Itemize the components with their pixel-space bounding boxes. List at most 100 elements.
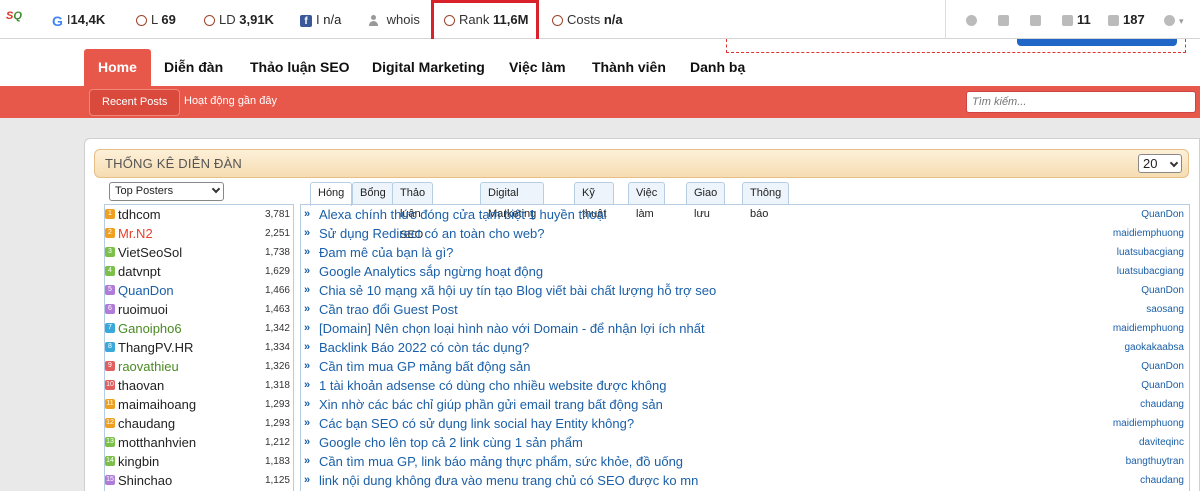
list-item[interactable]: 1 tdhcom 3,781: [104, 205, 294, 224]
tab-home[interactable]: Home: [84, 49, 151, 86]
thread-author-link[interactable]: chaudang: [1140, 399, 1184, 410]
thread-title-link[interactable]: Google cho lên top cả 2 link cùng 1 sản …: [319, 435, 583, 450]
list-item[interactable]: 9 raovathieu 1,326: [104, 357, 294, 376]
poster-name[interactable]: raovathieu: [118, 359, 179, 374]
thread-title-link[interactable]: Chia sẻ 10 mạng xã hội uy tín tạo Blog v…: [319, 283, 716, 298]
thread-author-link[interactable]: QuanDon: [1141, 285, 1184, 296]
list-item[interactable]: 11 maimaihoang 1,293: [104, 395, 294, 414]
pages-count[interactable]: 187: [1108, 12, 1145, 28]
list-item[interactable]: 14 kingbin 1,183: [104, 452, 294, 471]
metric-facebook[interactable]: fI n/a: [300, 12, 341, 28]
metric-link-domains[interactable]: LD 3,91K: [204, 12, 274, 28]
poster-name[interactable]: QuanDon: [118, 283, 174, 298]
thread-title-link[interactable]: Backlink Báo 2022 có còn tác dụng?: [319, 340, 529, 355]
density-button[interactable]: [1030, 12, 1045, 28]
table-row: » Sử dụng Redirect có an toàn cho web? mai…: [304, 224, 1186, 243]
thread-tab-technical[interactable]: Kỹ thuật: [574, 182, 615, 220]
top-posters-select[interactable]: Top Posters: [109, 182, 224, 201]
poster-name[interactable]: thaovan: [118, 378, 164, 393]
thread-title-link[interactable]: 1 tài khoản adsense có dùng cho nhiều we…: [319, 378, 667, 393]
count-select[interactable]: 20: [1138, 154, 1182, 173]
diagnosis-button[interactable]: ▾: [1164, 12, 1184, 28]
tab-forum[interactable]: Diễn đàn: [150, 49, 237, 86]
list-item[interactable]: 10 thaovan 1,318: [104, 376, 294, 395]
thread-author-link[interactable]: maidiemphuong: [1113, 228, 1184, 239]
thread-author-link[interactable]: QuanDon: [1141, 361, 1184, 372]
list-item[interactable]: 2 Mr.N2 2,251: [104, 224, 294, 243]
poster-name[interactable]: ruoimuoi: [118, 302, 168, 317]
thread-author-link[interactable]: maidiemphuong: [1113, 323, 1184, 334]
poster-name[interactable]: maimaihoang: [118, 397, 196, 412]
thread-author-link[interactable]: gaokakaabsa: [1125, 342, 1185, 353]
thread-title-link[interactable]: link nội dung không đưa vào menu trang c…: [319, 473, 698, 488]
thread-title-link[interactable]: Các bạn SEO có sử dụng link social hay E…: [319, 416, 634, 431]
list-item[interactable]: 7 Ganoipho6 1,342: [104, 319, 294, 338]
thread-tab-social[interactable]: Giao lưu: [686, 182, 726, 220]
thread-title-link[interactable]: Cần tìm mua GP, link báo mảng thực phẩm,…: [319, 454, 683, 469]
thread-tab-seo[interactable]: Thảo luận SEO: [392, 182, 434, 241]
double-arrow-icon: »: [304, 379, 311, 391]
tab-seo-discussion[interactable]: Thảo luận SEO: [236, 49, 364, 86]
search-input[interactable]: [966, 91, 1196, 113]
tab-digital-marketing[interactable]: Digital Marketing: [358, 49, 499, 86]
list-item[interactable]: 6 ruoimuoi 1,463: [104, 300, 294, 319]
subtab-recent-activity[interactable]: Hoạt động gần đây: [172, 89, 289, 116]
poster-name[interactable]: Shinchao: [118, 473, 172, 488]
monitor-button[interactable]: [998, 12, 1013, 28]
seoquake-logo-icon[interactable]: SQ: [6, 10, 26, 28]
thread-tab-digital-marketing[interactable]: Digital Marketing: [480, 182, 545, 220]
thread-tab-hong[interactable]: Hóng: [310, 182, 353, 206]
thread-author-link[interactable]: luatsubacgiang: [1117, 266, 1184, 277]
thread-author-link[interactable]: daviteqinc: [1139, 437, 1184, 448]
thread-title-link[interactable]: Google Analytics sắp ngừng hoạt động: [319, 264, 543, 279]
thread-author-link[interactable]: saosang: [1146, 304, 1184, 315]
thread-title-link[interactable]: Đam mê của bạn là gì?: [319, 245, 453, 260]
monitor-icon: [998, 15, 1009, 27]
list-item[interactable]: 12 chaudang 1,293: [104, 414, 294, 433]
list-item[interactable]: 5 QuanDon 1,466: [104, 281, 294, 300]
list-item[interactable]: 3 VietSeoSol 1,738: [104, 243, 294, 262]
poster-name[interactable]: chaudang: [118, 416, 175, 431]
tab-directory[interactable]: Danh bạ: [676, 49, 759, 86]
poster-name[interactable]: ThangPV.HR: [118, 340, 193, 355]
external-links[interactable]: 11: [1062, 12, 1091, 28]
thread-title-link[interactable]: Alexa chính thức đóng cửa tạm biệt 1 huy…: [319, 207, 607, 222]
thread-title-link[interactable]: Xin nhờ các bác chỉ giúp phần gửi email …: [319, 397, 663, 412]
info-button[interactable]: [966, 12, 981, 28]
tab-members[interactable]: Thành viên: [578, 49, 680, 86]
list-item[interactable]: 4 datvnpt 1,629: [104, 262, 294, 281]
thread-title-link[interactable]: Cần tìm mua GP mảng bất động sản: [319, 359, 531, 374]
poster-name[interactable]: Ganoipho6: [118, 321, 182, 336]
thread-author-link[interactable]: QuanDon: [1141, 380, 1184, 391]
thread-author-link[interactable]: chaudang: [1140, 475, 1184, 486]
poster-name[interactable]: datvnpt: [118, 264, 161, 279]
thread-title-link[interactable]: [Domain] Nên chọn loại hình nào với Doma…: [319, 321, 705, 336]
thread-tab-jobs[interactable]: Việc làm: [628, 182, 666, 220]
double-arrow-icon: »: [304, 227, 311, 239]
metric-whois[interactable]: whois: [368, 12, 420, 28]
list-item[interactable]: 13 motthanhvien 1,212: [104, 433, 294, 452]
thread-author-link[interactable]: luatsubacgiang: [1117, 247, 1184, 258]
metric-costs[interactable]: Costs n/a: [552, 12, 623, 28]
thread-title-link[interactable]: Sử dụng Redirect có an toàn cho web?: [319, 226, 545, 241]
ad-banner[interactable]: [726, 39, 1186, 53]
subtab-recent-posts[interactable]: Recent Posts: [89, 89, 181, 116]
poster-name[interactable]: kingbin: [118, 454, 159, 469]
poster-name[interactable]: motthanhvien: [118, 435, 196, 450]
thread-tab-bong[interactable]: Bổng: [352, 182, 394, 205]
poster-name[interactable]: VietSeoSol: [118, 245, 182, 260]
metric-links[interactable]: L 69: [136, 12, 176, 28]
thread-author-link[interactable]: QuanDon: [1141, 209, 1184, 220]
table-row: » Cần trao đổi Guest Post saosang: [304, 300, 1186, 319]
tab-jobs[interactable]: Việc làm: [495, 49, 580, 86]
metric-google-index[interactable]: G I14,4K: [52, 12, 105, 29]
list-item[interactable]: 8 ThangPV.HR 1,334: [104, 338, 294, 357]
list-item[interactable]: 15 Shinchao 1,125: [104, 471, 294, 490]
thread-tab-announcements[interactable]: Thông báo: [742, 182, 790, 220]
thread-author-link[interactable]: bangthuytran: [1126, 456, 1184, 467]
person-icon: [368, 15, 379, 27]
thread-author-link[interactable]: maidiemphuong: [1113, 418, 1184, 429]
poster-name[interactable]: tdhcom: [118, 207, 161, 222]
poster-name[interactable]: Mr.N2: [118, 226, 153, 241]
thread-title-link[interactable]: Cần trao đổi Guest Post: [319, 302, 458, 317]
